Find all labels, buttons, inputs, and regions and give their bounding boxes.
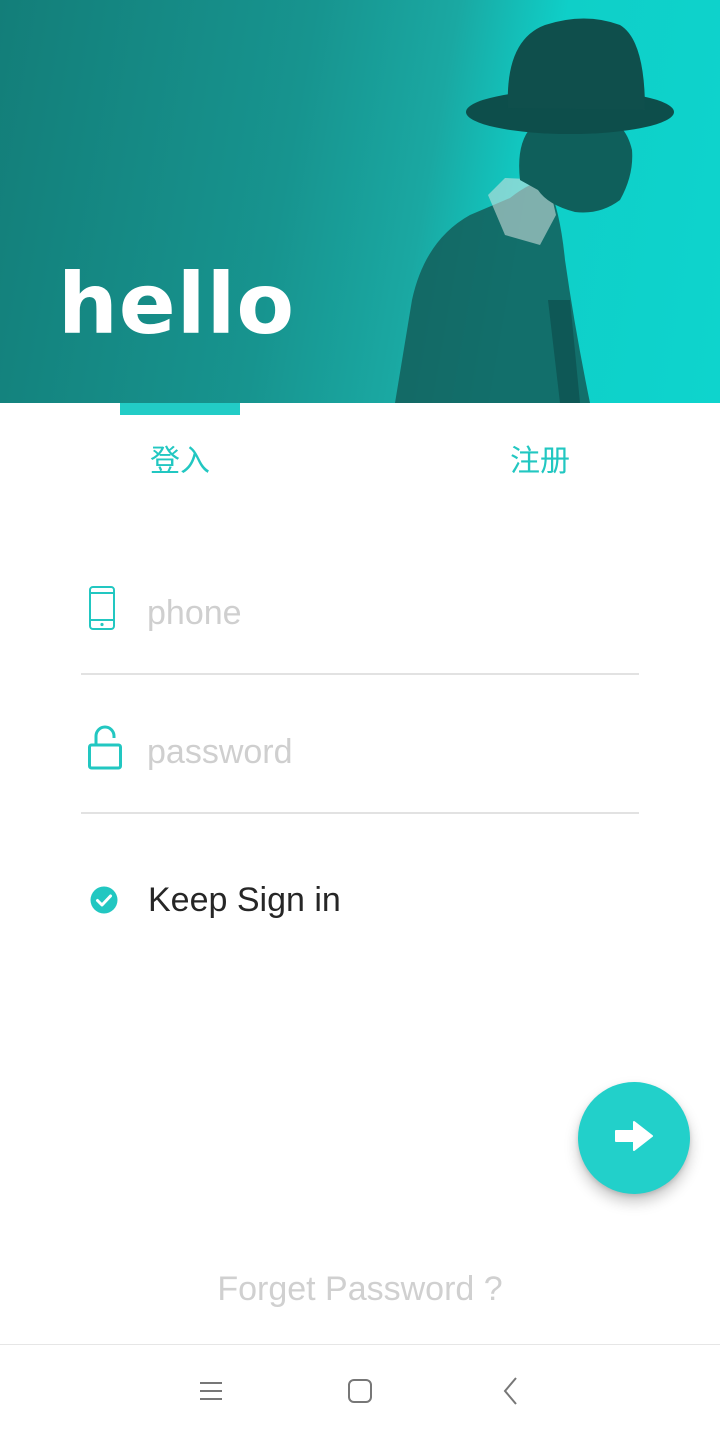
hero-banner: hello [0,0,720,403]
phone-field [81,585,639,675]
password-field [81,724,639,814]
system-nav-bar [0,1344,720,1440]
unlock-icon [87,724,123,775]
nav-back-button[interactable] [491,1373,531,1413]
password-input[interactable] [147,728,627,776]
keep-signin-label: Keep Sign in [148,880,341,919]
nav-home-button[interactable] [340,1373,380,1413]
tab-login[interactable]: 登入 [80,436,280,480]
back-chevron-icon [501,1376,521,1411]
phone-icon [87,585,117,636]
home-square-icon [347,1378,373,1409]
keep-signin-toggle[interactable]: Keep Sign in [90,880,341,920]
nav-menu-button[interactable] [191,1373,231,1413]
arrow-right-icon [612,1118,656,1159]
phone-input[interactable] [147,589,627,637]
check-circle-icon [90,886,118,914]
forget-password-link[interactable]: Forget Password ? [0,1270,720,1309]
submit-button[interactable] [578,1082,690,1194]
tab-register[interactable]: 注册 [440,436,640,480]
hero-title: hello [58,255,296,353]
menu-icon [199,1380,223,1407]
tab-indicator [120,403,240,415]
